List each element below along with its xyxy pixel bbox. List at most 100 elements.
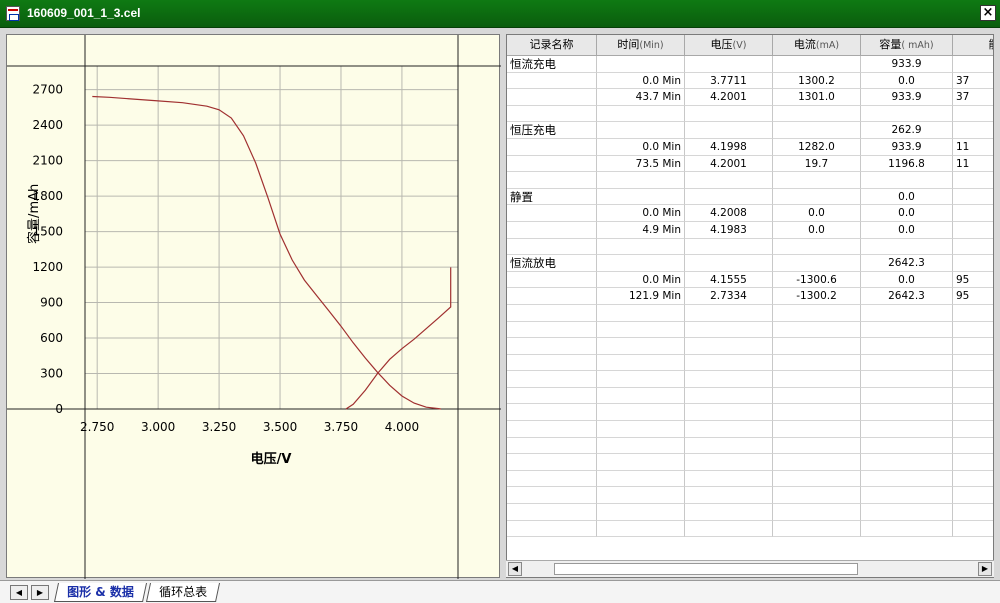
table-cell xyxy=(953,106,993,123)
column-header[interactable]: 电流(mA) xyxy=(773,35,861,56)
table-row[interactable] xyxy=(507,487,993,505)
table-cell xyxy=(861,470,953,488)
scroll-left-icon[interactable]: ◀ xyxy=(508,562,522,576)
tab-graph-data[interactable]: 图形 & 数据 xyxy=(53,583,147,602)
table-row[interactable] xyxy=(507,387,993,405)
step-name-cell: 静置 xyxy=(507,188,597,206)
table-cell xyxy=(861,105,953,123)
step-name-cell xyxy=(507,437,597,455)
table-row[interactable]: 121.9 Min 2.7334 -1300.2 2642.3 95 xyxy=(507,288,993,305)
table-row[interactable]: 静置 0.0 xyxy=(507,188,993,206)
y-tick-label: 2400 xyxy=(32,118,63,132)
table-cell xyxy=(597,371,685,388)
table-row[interactable]: 0.0 Min 4.1998 1282.0 933.9 11 xyxy=(507,138,993,156)
tab-nav-prev-icon[interactable]: ◀ xyxy=(10,585,28,600)
x-tick-label: 4.000 xyxy=(385,420,419,434)
column-header[interactable]: 电压(V) xyxy=(685,35,773,56)
tab-cycle-summary[interactable]: 循环总表 xyxy=(145,583,221,602)
step-name-cell xyxy=(507,470,597,488)
table-cell: 4.2001 xyxy=(685,155,773,173)
table-row[interactable]: 73.5 Min 4.2001 19.7 1196.8 11 xyxy=(507,155,993,173)
table-row[interactable] xyxy=(507,504,993,521)
table-cell xyxy=(597,437,685,455)
table-cell: 4.1983 xyxy=(685,221,773,239)
table-row[interactable] xyxy=(507,238,993,256)
data-table-pane[interactable]: 记录名称时间(Min)电压(V)电流(mA)容量( mAh)能量恒流充电933.… xyxy=(506,34,994,578)
column-header-label: 时间 xyxy=(617,38,640,51)
table-cell xyxy=(861,338,953,355)
y-tick-label: 2700 xyxy=(32,83,63,97)
table-cell xyxy=(685,122,773,139)
table-cell xyxy=(861,304,953,322)
column-header-label: 电流 xyxy=(793,38,816,51)
window-title-bar[interactable]: 160609_001_1_3.cel × xyxy=(0,0,1000,28)
table-cell xyxy=(597,56,685,73)
table-row[interactable] xyxy=(507,304,993,322)
table-row[interactable] xyxy=(507,454,993,471)
table-row[interactable] xyxy=(507,437,993,455)
table-row[interactable]: 恒流放电 2642.3 xyxy=(507,255,993,272)
table-cell xyxy=(953,404,993,422)
close-button[interactable]: × xyxy=(980,5,996,21)
table-row[interactable] xyxy=(507,321,993,339)
table-row[interactable]: 0.0 Min 3.7711 1300.2 0.0 37 xyxy=(507,72,993,90)
tab-nav-next-icon[interactable]: ▶ xyxy=(31,585,49,600)
table-cell xyxy=(773,437,861,455)
table-row[interactable]: 恒压充电 262.9 xyxy=(507,122,993,139)
table-cell xyxy=(773,321,861,339)
step-name-cell xyxy=(507,338,597,355)
y-tick-label: 900 xyxy=(40,296,63,310)
step-name-cell xyxy=(507,504,597,521)
table-cell xyxy=(953,56,993,73)
table-row[interactable] xyxy=(507,404,993,422)
table-cell: 4.9 Min xyxy=(597,221,685,239)
table-row[interactable] xyxy=(507,421,993,438)
column-header-unit: ( mAh) xyxy=(901,40,934,51)
table-cell xyxy=(685,56,773,73)
table-cell xyxy=(861,421,953,438)
tab-label: 循环总表 xyxy=(159,585,208,599)
table-cell xyxy=(953,322,993,339)
column-header[interactable]: 容量( mAh) xyxy=(861,35,953,56)
step-name-cell xyxy=(507,387,597,405)
table-row[interactable] xyxy=(507,354,993,372)
table-row[interactable]: 4.9 Min 4.1983 0.0 0.0 xyxy=(507,221,993,239)
table-row[interactable]: 恒流充电 933.9 xyxy=(507,56,993,73)
table-cell xyxy=(597,238,685,256)
table-cell xyxy=(773,56,861,73)
column-header[interactable]: 时间(Min) xyxy=(597,35,685,56)
table-row[interactable] xyxy=(507,338,993,355)
step-name-cell xyxy=(507,89,597,106)
table-row[interactable]: 43.7 Min 4.2001 1301.0 933.9 37 xyxy=(507,89,993,106)
x-tick-label: 3.000 xyxy=(141,420,175,434)
column-header-unit: (Min) xyxy=(639,40,664,51)
table-row[interactable] xyxy=(507,470,993,488)
table-row[interactable]: 0.0 Min 4.1555 -1300.6 0.0 95 xyxy=(507,271,993,289)
horizontal-scrollbar[interactable]: ◀ ▶ xyxy=(506,560,994,577)
table-row[interactable] xyxy=(507,520,993,538)
table-cell xyxy=(597,188,685,206)
table-cell xyxy=(685,255,773,272)
step-name-cell xyxy=(507,271,597,289)
table-row[interactable] xyxy=(507,371,993,388)
table-row[interactable] xyxy=(507,105,993,123)
table-cell xyxy=(953,255,993,272)
table-cell: 121.9 Min xyxy=(597,288,685,305)
table-cell xyxy=(861,371,953,388)
step-name-cell xyxy=(507,221,597,239)
table-cell xyxy=(685,404,773,422)
table-cell xyxy=(685,470,773,488)
scroll-right-icon[interactable]: ▶ xyxy=(978,562,992,576)
column-header[interactable]: 记录名称 xyxy=(507,35,597,56)
table-cell xyxy=(597,105,685,123)
table-row[interactable]: 0.0 Min 4.2008 0.0 0.0 xyxy=(507,205,993,222)
chart-pane[interactable]: 2.750 3.000 3.250 3.500 3.750 4.000 0 300 600 900… xyxy=(6,34,501,579)
step-name-cell xyxy=(507,105,597,123)
table-cell xyxy=(685,421,773,438)
column-header[interactable]: 能量 xyxy=(953,35,993,56)
table-cell: 11 xyxy=(953,139,993,156)
table-cell: 0.0 xyxy=(773,221,861,239)
table-row[interactable] xyxy=(507,172,993,189)
scrollbar-thumb[interactable] xyxy=(554,563,858,575)
series-line-1 xyxy=(92,95,441,410)
